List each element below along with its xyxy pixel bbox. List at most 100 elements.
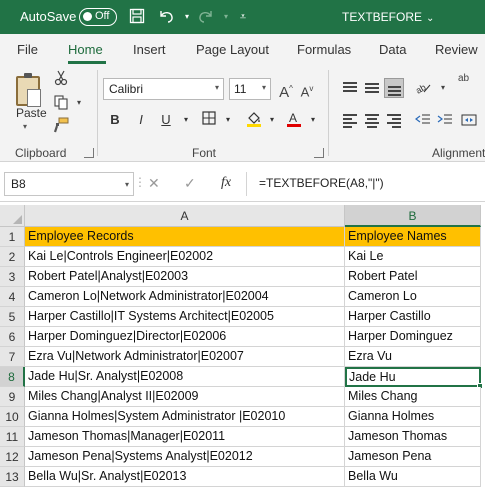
name-box-value: B8	[11, 177, 26, 191]
tab-insert[interactable]: Insert	[133, 42, 166, 57]
orientation-dropdown-icon[interactable]: ▾	[434, 79, 452, 97]
row-header[interactable]: 12	[0, 447, 25, 467]
row-header[interactable]: 8	[0, 367, 25, 387]
cell-employee-record[interactable]: Kai Le|Controls Engineer|E02002	[25, 247, 345, 267]
group-label-alignment: Alignment	[432, 146, 485, 160]
align-center-button[interactable]	[362, 110, 382, 130]
borders-dropdown-icon[interactable]: ▾	[218, 110, 238, 130]
row-header[interactable]: 5	[0, 307, 25, 327]
confirm-entry-icon[interactable]: ✓	[184, 175, 196, 192]
cut-icon[interactable]	[52, 70, 70, 88]
save-icon[interactable]	[127, 8, 147, 26]
redo-icon[interactable]	[196, 8, 216, 26]
align-left-button[interactable]	[340, 110, 360, 130]
column-header-b[interactable]: B	[345, 205, 481, 227]
orientation-icon[interactable]: ab	[414, 79, 432, 97]
italic-button[interactable]: I	[131, 110, 151, 130]
cell-employee-record[interactable]: Jameson Pena|Systems Analyst|E02012	[25, 447, 345, 467]
cell-employee-name[interactable]: Harper Castillo	[345, 307, 481, 327]
row-header[interactable]: 1	[0, 227, 25, 247]
format-painter-icon[interactable]	[52, 117, 70, 135]
align-right-button[interactable]	[384, 110, 404, 130]
row-header[interactable]: 10	[0, 407, 25, 427]
cell-employee-name[interactable]: Robert Patel	[345, 267, 481, 287]
cell-employee-name[interactable]: Ezra Vu	[345, 347, 481, 367]
cell-employee-record[interactable]: Jameson Thomas|Manager|E02011	[25, 427, 345, 447]
cell-employee-record[interactable]: Ezra Vu|Network Administrator|E02007	[25, 347, 345, 367]
clipboard-launcher-icon[interactable]	[84, 148, 94, 158]
increase-font-size-button[interactable]: A^	[277, 80, 295, 101]
font-color-dropdown-icon[interactable]: ▾	[303, 110, 323, 130]
cell-employee-name[interactable]: Harper Dominguez	[345, 327, 481, 347]
autosave-state: Off	[95, 10, 110, 22]
cell-employee-record[interactable]: Robert Patel|Analyst|E02003	[25, 267, 345, 287]
cancel-entry-icon[interactable]: ✕	[148, 175, 160, 192]
row-header[interactable]: 7	[0, 347, 25, 367]
decrease-font-size-button[interactable]: Av	[298, 80, 316, 99]
cell-employee-name[interactable]: Cameron Lo	[345, 287, 481, 307]
cell-employee-record[interactable]: Miles Chang|Analyst II|E02009	[25, 387, 345, 407]
borders-icon[interactable]	[199, 110, 219, 130]
font-launcher-icon[interactable]	[314, 148, 324, 158]
active-cell[interactable]: Jade Hu	[345, 367, 481, 387]
bold-button[interactable]: B	[105, 110, 125, 130]
header-cell-records[interactable]: Employee Records	[25, 227, 345, 247]
bottom-align-button[interactable]	[384, 78, 404, 98]
underline-button[interactable]: U	[156, 110, 176, 130]
row-header[interactable]: 11	[0, 427, 25, 447]
row-header[interactable]: 13	[0, 467, 25, 487]
header-cell-names[interactable]: Employee Names	[345, 227, 481, 247]
row-header[interactable]: 9	[0, 387, 25, 407]
paste-button[interactable]	[14, 72, 44, 132]
middle-align-button[interactable]	[362, 78, 382, 98]
font-color-icon[interactable]: A	[284, 110, 304, 130]
formula-input[interactable]: =TEXTBEFORE(A8,"|")	[246, 172, 485, 196]
name-box-resize-icon[interactable]: ⋮	[134, 175, 146, 189]
cell-employee-name[interactable]: Jameson Pena	[345, 447, 481, 467]
cell-employee-name[interactable]: Miles Chang	[345, 387, 481, 407]
autosave-toggle[interactable]: Off	[79, 8, 117, 26]
row-header[interactable]: 6	[0, 327, 25, 347]
insert-function-icon[interactable]: fx	[221, 175, 231, 191]
cell-employee-name[interactable]: Gianna Holmes	[345, 407, 481, 427]
tab-data[interactable]: Data	[379, 42, 406, 57]
copy-dropdown-icon[interactable]: ▾	[70, 94, 88, 112]
underline-dropdown-icon[interactable]: ▾	[176, 110, 196, 130]
increase-indent-icon[interactable]	[436, 112, 454, 130]
cell-employee-name[interactable]: Kai Le	[345, 247, 481, 267]
cell-employee-record[interactable]: Gianna Holmes|System Administrator |E020…	[25, 407, 345, 427]
undo-dropdown-icon[interactable]: ▾	[177, 8, 197, 26]
wrap-text-button[interactable]: ab	[458, 70, 482, 88]
cell-employee-record[interactable]: Harper Dominguez|Director|E02006	[25, 327, 345, 347]
font-size-select[interactable]: 11 ▾	[229, 78, 271, 100]
cell-employee-record[interactable]: Cameron Lo|Network Administrator|E02004	[25, 287, 345, 307]
decrease-indent-icon[interactable]	[414, 112, 432, 130]
undo-icon[interactable]	[156, 8, 176, 26]
cell-employee-record[interactable]: Bella Wu|Sr. Analyst|E02013	[25, 467, 345, 487]
tab-review[interactable]: Review	[435, 42, 478, 57]
tab-home[interactable]: Home	[68, 42, 103, 57]
fill-color-icon[interactable]	[244, 110, 264, 130]
name-box[interactable]: B8 ▾	[4, 172, 134, 196]
row-header[interactable]: 4	[0, 287, 25, 307]
cell-employee-name[interactable]: Bella Wu	[345, 467, 481, 487]
chevron-down-icon: ⌄	[426, 13, 435, 24]
select-all-button[interactable]	[0, 205, 25, 227]
cell-employee-record[interactable]: Jade Hu|Sr. Analyst|E02008	[25, 367, 345, 387]
top-align-button[interactable]	[340, 78, 360, 98]
document-title[interactable]: TEXTBEFORE ⌄	[342, 10, 434, 24]
tab-page-layout[interactable]: Page Layout	[196, 42, 269, 57]
merge-center-icon[interactable]	[460, 112, 478, 130]
paste-dropdown-icon[interactable]: ▾	[23, 122, 27, 131]
row-header[interactable]: 2	[0, 247, 25, 267]
font-name-select[interactable]: Calibri ▾	[103, 78, 224, 100]
tab-file[interactable]: File	[17, 42, 38, 57]
customize-toolbar-icon[interactable]: ⩡	[233, 8, 253, 26]
cell-employee-name[interactable]: Jameson Thomas	[345, 427, 481, 447]
copy-icon[interactable]	[52, 94, 70, 112]
fill-color-dropdown-icon[interactable]: ▾	[262, 110, 282, 130]
cell-employee-record[interactable]: Harper Castillo|IT Systems Architect|E02…	[25, 307, 345, 327]
row-header[interactable]: 3	[0, 267, 25, 287]
column-header-a[interactable]: A	[25, 205, 345, 227]
tab-formulas[interactable]: Formulas	[297, 42, 351, 57]
